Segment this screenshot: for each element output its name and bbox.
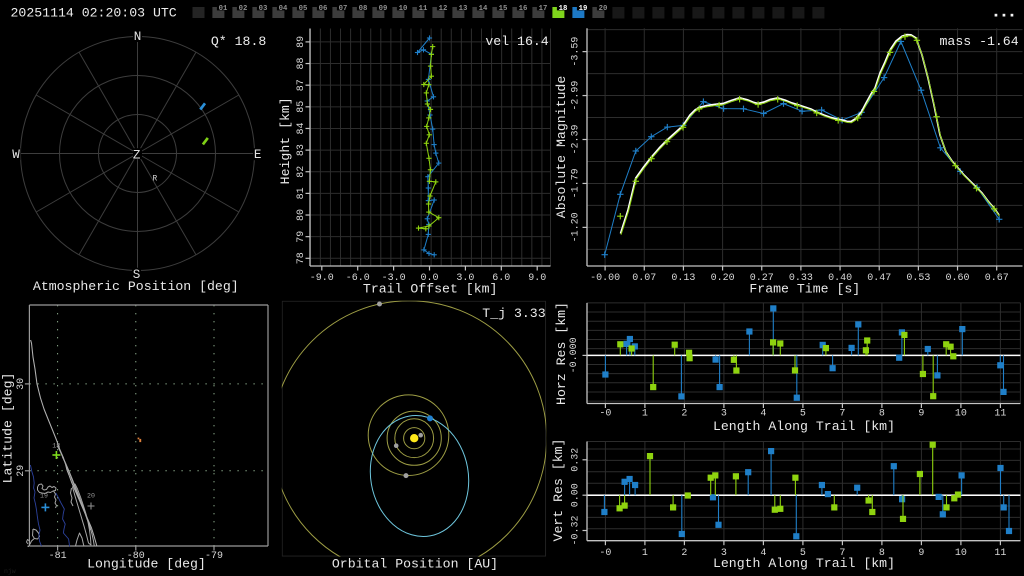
svg-text:10: 10 (399, 5, 408, 13)
svg-text:04: 04 (279, 5, 288, 13)
svg-text:79: 79 (296, 231, 307, 243)
svg-text:11: 11 (994, 409, 1006, 420)
svg-text:-0.000: -0.000 (569, 337, 580, 373)
svg-text:16: 16 (519, 5, 528, 13)
svg-text:81: 81 (296, 187, 307, 199)
svg-text:-3.59: -3.59 (571, 37, 582, 67)
svg-text:0.67: 0.67 (985, 273, 1009, 284)
svg-text:0.20: 0.20 (711, 273, 735, 284)
svg-text:13: 13 (459, 5, 468, 13)
svg-text:-9.0: -9.0 (310, 273, 334, 284)
svg-text:02: 02 (239, 5, 248, 13)
svg-text:4: 4 (760, 409, 766, 420)
svg-text:9.0: 9.0 (528, 273, 546, 284)
svg-text:07: 07 (339, 5, 348, 13)
svg-text:29: 29 (16, 465, 27, 477)
svg-text:84: 84 (296, 122, 307, 134)
svg-text:Frame Time [s]: Frame Time [s] (749, 282, 860, 297)
svg-text:Length Along Trail [km]: Length Along Trail [km] (713, 419, 895, 434)
svg-text:03: 03 (259, 5, 268, 13)
svg-text:11: 11 (994, 548, 1006, 559)
svg-text:0.13: 0.13 (671, 273, 695, 284)
svg-text:0.53: 0.53 (906, 273, 930, 284)
svg-text:15: 15 (499, 5, 508, 13)
svg-text:vel 16.4: vel 16.4 (485, 34, 548, 49)
svg-text:3: 3 (721, 409, 727, 420)
svg-text:Latitude [deg]: Latitude [deg] (1, 373, 16, 484)
svg-text:7: 7 (839, 409, 845, 420)
svg-text:-79: -79 (205, 551, 223, 562)
svg-text:82: 82 (296, 166, 307, 178)
svg-text:-2.39: -2.39 (571, 124, 582, 154)
svg-text:Horz Res [km]: Horz Res [km] (554, 302, 569, 405)
svg-text:-81: -81 (49, 551, 67, 562)
svg-text:20251114 02:20:03 UTC: 20251114 02:20:03 UTC (11, 6, 177, 21)
svg-text:-1.79: -1.79 (571, 168, 582, 198)
svg-text:Z: Z (133, 148, 141, 162)
svg-text:0.47: 0.47 (867, 273, 891, 284)
svg-text:08: 08 (359, 5, 368, 13)
svg-text:-0.32: -0.32 (571, 515, 582, 545)
svg-text:05: 05 (299, 5, 308, 13)
svg-text:0.07: 0.07 (632, 273, 656, 284)
svg-text:9: 9 (918, 409, 924, 420)
svg-text:11: 11 (419, 5, 428, 13)
svg-text:-0.00: -0.00 (590, 273, 620, 284)
svg-text:19: 19 (579, 5, 588, 13)
svg-text:87: 87 (296, 79, 307, 91)
svg-text:N: N (134, 30, 142, 44)
svg-text:Orbital Position [AU]: Orbital Position [AU] (332, 557, 498, 572)
svg-text:-1.20: -1.20 (571, 212, 582, 242)
svg-text:30: 30 (16, 378, 27, 390)
svg-text:10: 10 (955, 548, 967, 559)
svg-text:78: 78 (296, 252, 307, 264)
svg-text:1: 1 (642, 409, 648, 420)
svg-text:14: 14 (479, 5, 488, 13)
svg-text:18: 18 (559, 5, 568, 13)
svg-text:1: 1 (642, 548, 648, 559)
svg-text:T_j 3.33: T_j 3.33 (482, 306, 545, 321)
svg-text:Atmospheric Position [deg]: Atmospheric Position [deg] (33, 279, 239, 294)
svg-text:mass -1.64: mass -1.64 (940, 34, 1019, 49)
svg-text:09: 09 (379, 5, 388, 13)
svg-text:Height [km]: Height [km] (278, 97, 293, 184)
svg-text:R: R (152, 175, 157, 183)
svg-text:89: 89 (296, 36, 307, 48)
svg-text:9: 9 (918, 548, 924, 559)
svg-text:-0: -0 (599, 548, 611, 559)
svg-text:5: 5 (800, 409, 806, 420)
svg-text:0.32: 0.32 (571, 448, 582, 472)
svg-text:W: W (12, 148, 20, 162)
svg-text:Longitude [deg]: Longitude [deg] (87, 557, 206, 572)
svg-text:0.60: 0.60 (945, 273, 969, 284)
svg-text:2: 2 (681, 409, 687, 420)
svg-text:E: E (254, 148, 262, 162)
svg-text:88: 88 (296, 57, 307, 69)
svg-text:18: 18 (52, 443, 60, 450)
svg-text:Trail Offset [km]: Trail Offset [km] (363, 282, 498, 297)
svg-text:19: 19 (40, 493, 48, 500)
svg-text:Q* 18.8: Q* 18.8 (211, 34, 266, 49)
svg-text:10: 10 (955, 409, 967, 420)
svg-text:20: 20 (599, 5, 608, 13)
svg-text:2: 2 (681, 548, 687, 559)
svg-text:Vert Res [km]: Vert Res [km] (551, 439, 566, 542)
svg-text:17: 17 (539, 5, 548, 13)
svg-text:Length Along Trail [km]: Length Along Trail [km] (713, 556, 895, 571)
svg-text:06: 06 (319, 5, 328, 13)
svg-text:njw: njw (4, 568, 16, 575)
svg-text:12: 12 (439, 5, 448, 13)
svg-text:20: 20 (87, 493, 95, 500)
svg-text:-2.99: -2.99 (571, 81, 582, 111)
svg-text:-0: -0 (599, 409, 611, 420)
svg-text:85: 85 (296, 101, 307, 113)
svg-text:0.00: 0.00 (571, 483, 582, 507)
svg-text:Absolute Magnitude: Absolute Magnitude (554, 76, 569, 219)
svg-text:8: 8 (879, 409, 885, 420)
svg-text:80: 80 (296, 209, 307, 221)
svg-text:01: 01 (219, 5, 228, 13)
svg-text:83: 83 (296, 144, 307, 156)
